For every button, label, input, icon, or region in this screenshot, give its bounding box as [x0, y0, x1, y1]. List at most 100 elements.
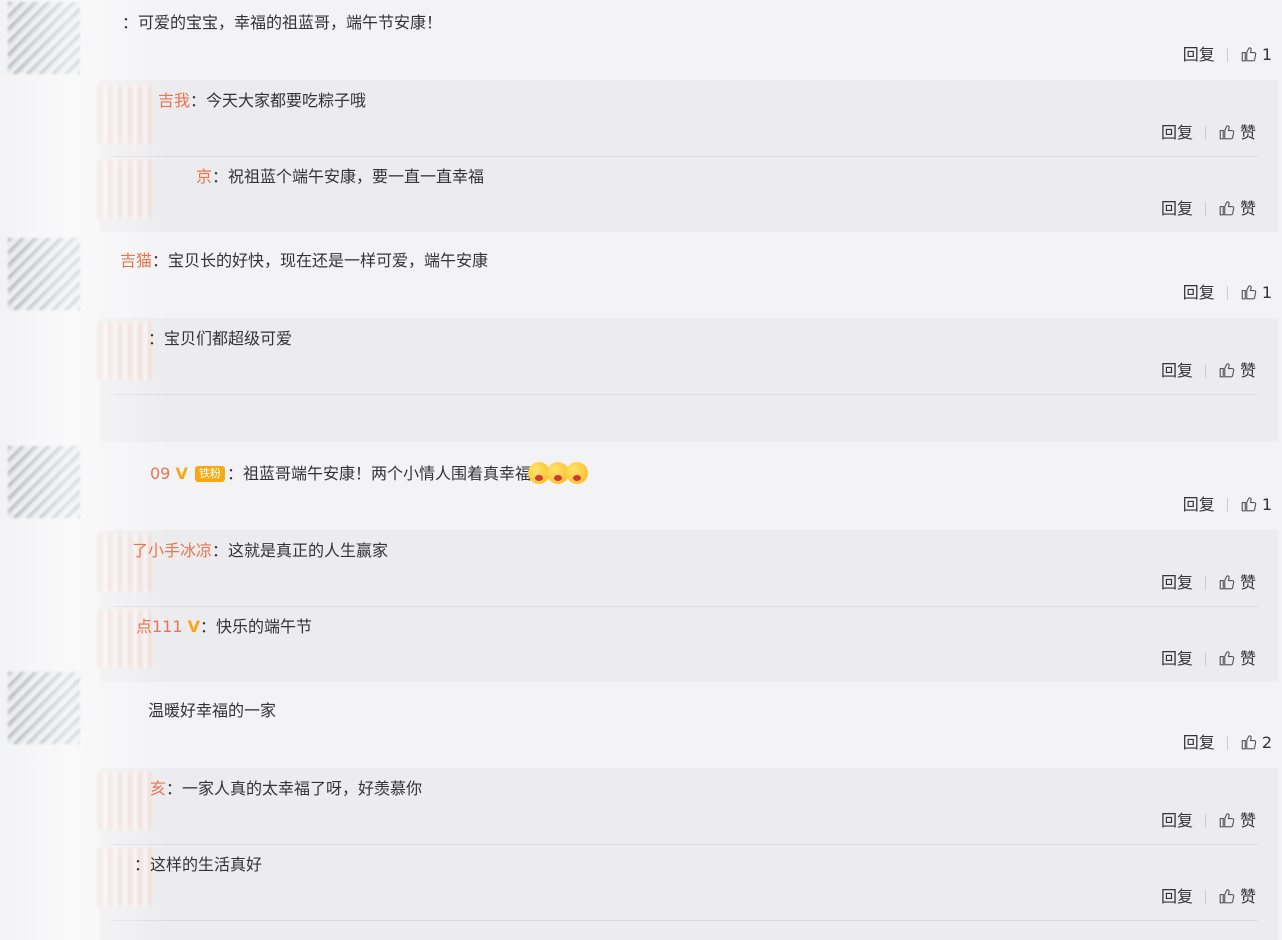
verified-badge: V: [175, 464, 188, 483]
like-label: 赞: [1239, 573, 1256, 592]
like-label: 赞: [1239, 887, 1256, 906]
thumbs-up-icon[interactable]: [1218, 887, 1236, 905]
like-label: 赞: [1239, 123, 1256, 142]
reply-button[interactable]: 回复: [1183, 495, 1215, 514]
reply-button[interactable]: 回复: [1161, 361, 1193, 380]
reply-button[interactable]: 回复: [1161, 573, 1193, 592]
like-count: 2: [1261, 733, 1272, 752]
like-label: 赞: [1239, 811, 1256, 830]
comment-text: ：祖蓝哥端午安康！两个小情人围着真幸福: [226, 464, 531, 483]
comment-body: ：宝贝们都超级可爱: [148, 328, 292, 350]
divider: [1226, 286, 1228, 300]
comment-body: 温暖好幸福的一家: [148, 700, 276, 722]
comment-actions: 回复 1: [1183, 44, 1272, 66]
divider: [1204, 814, 1206, 828]
verified-badge: V: [187, 617, 201, 636]
divider: [1204, 126, 1206, 140]
divider: [110, 920, 1258, 921]
avatar[interactable]: [8, 2, 80, 74]
thumbs-up-icon[interactable]: [1218, 573, 1236, 591]
comment-actions: 回复 赞: [1161, 122, 1256, 144]
divider: [110, 156, 1258, 157]
comment-text: ：今天大家都要吃粽子哦: [190, 91, 367, 110]
comment-actions: 回复 1: [1183, 282, 1272, 304]
avatar[interactable]: [8, 672, 80, 744]
divider: [1226, 498, 1228, 512]
username[interactable]: 点111: [136, 617, 183, 636]
comment-text: ：宝贝们都超级可爱: [148, 329, 293, 348]
thumbs-up-icon[interactable]: [1218, 649, 1236, 667]
comment-actions: 回复 赞: [1161, 810, 1256, 832]
comment-actions: 回复 赞: [1161, 360, 1256, 382]
avatar[interactable]: [98, 322, 152, 380]
comment-text: ：一家人真的太幸福了呀，好羡慕你: [166, 779, 423, 798]
username[interactable]: 了小手冰凉: [132, 541, 212, 560]
thumbs-up-icon[interactable]: [1240, 495, 1258, 513]
comment-body: 京：祝祖蓝个端午安康，要一直一直幸福: [196, 166, 484, 188]
fan-badge: 铁粉: [194, 466, 225, 482]
reply-button[interactable]: 回复: [1183, 733, 1215, 752]
divider: [1226, 736, 1228, 750]
comment-body: 吉我：今天大家都要吃粽子哦: [158, 90, 366, 112]
divider: [1204, 364, 1206, 378]
avatar[interactable]: [98, 86, 152, 144]
like-count: 1: [1261, 45, 1272, 64]
username[interactable]: 亥: [150, 779, 166, 798]
avatar[interactable]: [98, 772, 152, 830]
divider: [1204, 652, 1206, 666]
like-label: 赞: [1239, 199, 1256, 218]
reply-button[interactable]: 回复: [1161, 887, 1193, 906]
reply-button[interactable]: 回复: [1161, 649, 1193, 668]
comment-text: ：这样的生活真好: [134, 855, 263, 874]
divider: [1226, 48, 1228, 62]
divider: [110, 844, 1258, 845]
thumbs-up-icon[interactable]: [1240, 733, 1258, 751]
like-label: 赞: [1239, 361, 1256, 380]
reply-button[interactable]: 回复: [1183, 283, 1215, 302]
comment-text: ：宝贝长的好快，现在还是一样可爱，端午安康: [152, 251, 489, 270]
divider: [110, 606, 1258, 607]
username[interactable]: 09: [150, 464, 170, 483]
heart-eyes-emoji-icon: [565, 462, 588, 484]
thumbs-up-icon[interactable]: [1240, 45, 1258, 63]
username[interactable]: 吉我: [158, 91, 190, 110]
comment-body: 吉猫：宝贝长的好快，现在还是一样可爱，端午安康: [120, 250, 488, 272]
comment-actions: 回复 2: [1183, 732, 1272, 754]
reply-button[interactable]: 回复: [1161, 811, 1193, 830]
username[interactable]: 吉猫: [120, 251, 152, 270]
username[interactable]: 京: [196, 167, 212, 186]
divider: [1204, 576, 1206, 590]
comment-actions: 回复 赞: [1161, 198, 1256, 220]
comment-actions: 回复 1: [1183, 494, 1272, 516]
avatar[interactable]: [8, 238, 80, 310]
comment-text: 温暖好幸福的一家: [148, 701, 277, 720]
comment-text: ：快乐的端午节: [200, 617, 313, 636]
like-count: 1: [1261, 283, 1272, 302]
reply-button[interactable]: 回复: [1161, 123, 1193, 142]
comment-body: 亥：一家人真的太幸福了呀，好羡慕你: [150, 778, 422, 800]
comment-actions: 回复 赞: [1161, 648, 1256, 670]
comment-body: 点111 V：快乐的端午节: [136, 616, 312, 638]
like-count: 1: [1261, 495, 1272, 514]
divider: [1204, 890, 1206, 904]
comment-body: ：这样的生活真好: [134, 854, 262, 876]
reply-button[interactable]: 回复: [1161, 199, 1193, 218]
comment-text: ：可爱的宝宝，幸福的祖蓝哥，端午节安康！: [122, 13, 443, 32]
thumbs-up-icon[interactable]: [1218, 199, 1236, 217]
comment-body: 09 V 铁粉 ：祖蓝哥端午安康！两个小情人围着真幸福: [150, 462, 588, 485]
thumbs-up-icon[interactable]: [1218, 361, 1236, 379]
comment-body: ：可爱的宝宝，幸福的祖蓝哥，端午节安康！: [122, 12, 442, 34]
comment-text: ：祝祖蓝个端午安康，要一直一直幸福: [212, 167, 485, 186]
thumbs-up-icon[interactable]: [1218, 123, 1236, 141]
thumbs-up-icon[interactable]: [1218, 811, 1236, 829]
divider: [110, 394, 1258, 395]
avatar[interactable]: [98, 160, 152, 218]
thumbs-up-icon[interactable]: [1240, 283, 1258, 301]
comment-actions: 回复 赞: [1161, 886, 1256, 908]
like-label: 赞: [1239, 649, 1256, 668]
reply-button[interactable]: 回复: [1183, 45, 1215, 64]
avatar[interactable]: [8, 446, 80, 518]
comment-body: 了小手冰凉：这就是真正的人生赢家: [132, 540, 388, 562]
comment-actions: 回复 赞: [1161, 572, 1256, 594]
comment-text: ：这就是真正的人生赢家: [212, 541, 389, 560]
